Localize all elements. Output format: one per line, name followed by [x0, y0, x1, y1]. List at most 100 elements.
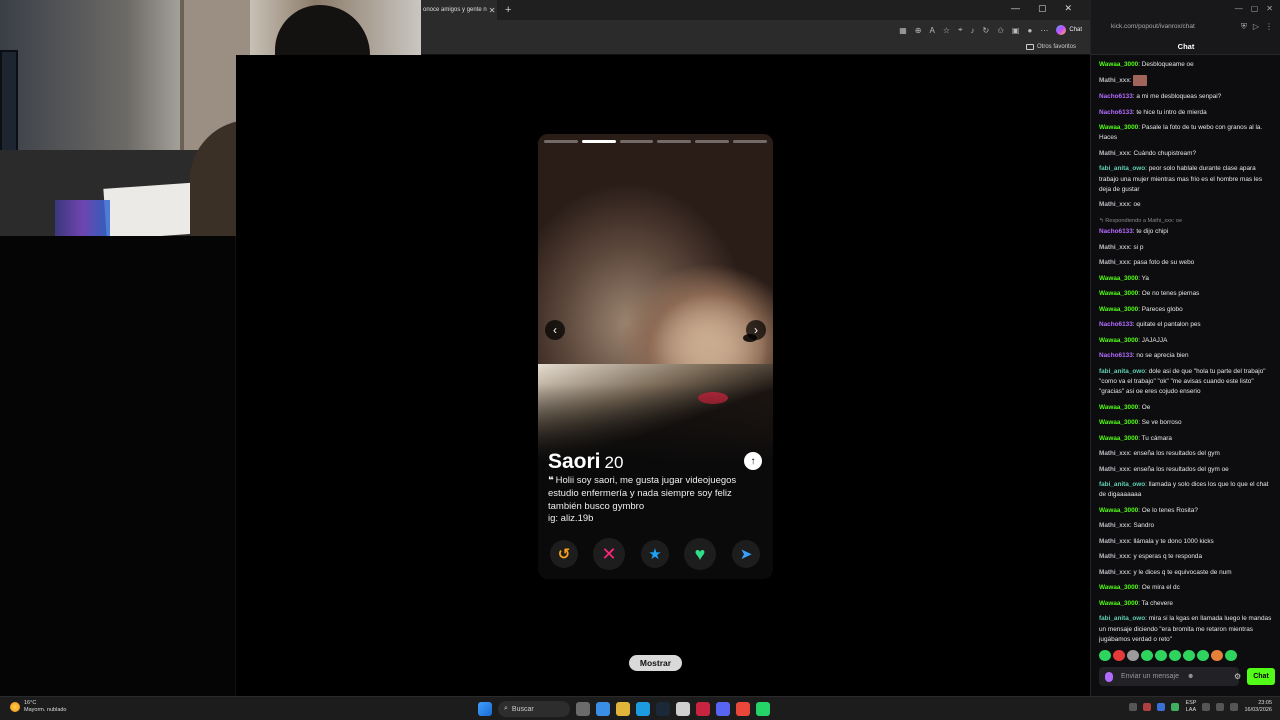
chat-message[interactable]: Mathi_xxx: oe	[1099, 200, 1275, 210]
system-clock[interactable]: 23:05 16/03/2026	[1244, 700, 1272, 714]
chat-username[interactable]: Mathi_xxx	[1099, 244, 1130, 251]
chat-message[interactable]: Wawaa_3000: Oe no tenes piernas	[1099, 289, 1275, 299]
chat-message[interactable]: Wawaa_3000: Pareces globo	[1099, 305, 1275, 315]
mostrar-button[interactable]: Mostrar	[629, 655, 682, 671]
chat-username[interactable]: Wawaa_3000	[1099, 419, 1138, 426]
more-menu-icon[interactable]: ⋮	[1265, 22, 1273, 32]
emote-icon[interactable]	[1141, 650, 1153, 661]
site-info-icon[interactable]: ⛨	[1241, 22, 1247, 32]
chat-message[interactable]: Wawaa_3000: Ya	[1099, 274, 1275, 284]
nope-button[interactable]: ✕	[593, 538, 625, 570]
chat-username[interactable]: Mathi_xxx	[1099, 553, 1130, 560]
photo-progress-segment[interactable]	[544, 140, 578, 143]
chat-message[interactable]: Mathi_xxx: llámala y te dono 1000 kicks	[1099, 537, 1275, 547]
open-profile-info-icon[interactable]: ↑	[744, 452, 762, 470]
chat-message[interactable]: Nacho6133: a mi me desbloqueas senpai?	[1099, 92, 1275, 102]
chat-message[interactable]: Nacho6133: te hice tu intro de mierda	[1099, 108, 1275, 118]
chat-username[interactable]: fabi_anita_owo	[1099, 481, 1145, 488]
bluetooth-icon[interactable]	[1157, 703, 1166, 711]
chat-username[interactable]: Wawaa_3000	[1099, 404, 1138, 411]
chat-username[interactable]: Nacho6133	[1099, 109, 1133, 116]
favorite-star-icon[interactable]: ☆	[943, 26, 950, 35]
chat-username[interactable]: Wawaa_3000	[1099, 507, 1138, 514]
profile-avatar[interactable]: ●	[1027, 26, 1032, 35]
more-menu-icon[interactable]: ⋯	[1040, 26, 1048, 35]
rewind-button[interactable]: ↺	[550, 540, 578, 568]
photo-progress-segment[interactable]	[733, 140, 767, 143]
task-view-icon[interactable]	[576, 702, 590, 716]
chat-username[interactable]: Mathi_xxx	[1099, 78, 1130, 85]
taskbar-search[interactable]: ⌕ Buscar	[498, 701, 570, 717]
chat-username[interactable]: Mathi_xxx	[1099, 450, 1130, 457]
chat-message[interactable]: Wawaa_3000: Ta chevere	[1099, 599, 1275, 609]
app-icon[interactable]	[676, 702, 690, 716]
browser-tab[interactable]: onoce amigos y gente n ✕	[421, 0, 497, 20]
chat-message[interactable]: Mathi_xxx: enseña los resultados del gym	[1099, 449, 1275, 459]
chat-message[interactable]: Nacho6133: no se aprecia bien	[1099, 351, 1275, 361]
chat-username[interactable]: Wawaa_3000	[1099, 290, 1138, 297]
emote-icon[interactable]	[1197, 650, 1209, 661]
chat-message[interactable]: Wawaa_3000: Oe mira el dc	[1099, 583, 1275, 593]
chat-message[interactable]: Mathi_xxx: si p	[1099, 243, 1275, 253]
chat-message-input[interactable]: Enviar un mensaje ☻	[1099, 667, 1239, 686]
chat-message[interactable]: Mathi_xxx: Sandro	[1099, 521, 1275, 531]
emote-icon[interactable]	[1225, 650, 1237, 661]
super-like-button[interactable]: ★	[641, 540, 669, 568]
chat-message[interactable]: Wawaa_3000: Pasale la foto de tu webo co…	[1099, 123, 1275, 144]
chat-send-button[interactable]: Chat	[1247, 668, 1275, 685]
chat-url[interactable]: kick.com/popout/ivanrox/chat	[1111, 23, 1195, 30]
chat-message[interactable]: Mathi_xxx:	[1099, 75, 1275, 87]
mic-icon[interactable]	[1105, 671, 1113, 682]
chat-username[interactable]: Nacho6133	[1099, 352, 1133, 359]
chat-username[interactable]: Mathi_xxx	[1099, 201, 1130, 208]
chat-message[interactable]: Wawaa_3000: Tu cámara	[1099, 434, 1275, 444]
chat-username[interactable]: fabi_anita_owo	[1099, 615, 1145, 622]
emoji-picker-icon[interactable]: ☻	[1187, 673, 1194, 680]
wifi-icon[interactable]	[1202, 703, 1211, 711]
photo-progress-segment[interactable]	[695, 140, 730, 143]
boost-button[interactable]: ➤	[732, 540, 760, 568]
emote-icon[interactable]	[1211, 650, 1223, 661]
tab-close-icon[interactable]: ✕	[489, 6, 497, 15]
other-favorites-link[interactable]: Otros favoritos	[1037, 44, 1076, 50]
emote-icon[interactable]	[1169, 650, 1181, 661]
chat-message[interactable]: Wawaa_3000: Se ve borroso	[1099, 418, 1275, 428]
chat-username[interactable]: Mathi_xxx	[1099, 150, 1130, 157]
weather-widget[interactable]: 16°C Mayorm. nublado	[10, 700, 67, 714]
read-aloud-icon[interactable]: A	[929, 26, 934, 35]
favorites-icon[interactable]: ✩	[997, 26, 1004, 35]
chat-username[interactable]: Wawaa_3000	[1099, 600, 1138, 607]
chat-maximize-button[interactable]: ▢	[1251, 4, 1259, 13]
copilot-chat-button[interactable]: Chat	[1056, 25, 1082, 35]
play-icon[interactable]: ▷	[1253, 22, 1259, 32]
close-window-button[interactable]: ✕	[1064, 3, 1072, 14]
like-button[interactable]: ♥	[684, 538, 716, 570]
steam-icon[interactable]	[656, 702, 670, 716]
location-icon[interactable]: ⌖	[958, 25, 963, 35]
chat-username[interactable]: fabi_anita_owo	[1099, 165, 1145, 172]
chat-message[interactable]: fabi_anita_owo: llamada y solo dices los…	[1099, 480, 1275, 501]
emote-icon[interactable]	[1099, 650, 1111, 661]
chat-username[interactable]: fabi_anita_owo	[1099, 368, 1145, 375]
chat-username[interactable]: Mathi_xxx	[1099, 569, 1130, 576]
chat-message[interactable]: ↰ Respondiendo a Mathi_xxx: oe Nacho6133:…	[1099, 216, 1275, 238]
chat-username[interactable]: Mathi_xxx	[1099, 522, 1130, 529]
chat-username[interactable]: Wawaa_3000	[1099, 124, 1138, 131]
chat-username[interactable]: Mathi_xxx	[1099, 259, 1130, 266]
photo-progress-segment[interactable]	[657, 140, 692, 143]
chat-message[interactable]: Wawaa_3000: Oe	[1099, 403, 1275, 413]
discord-icon[interactable]	[716, 702, 730, 716]
chat-username[interactable]: Mathi_xxx	[1099, 538, 1130, 545]
chat-username[interactable]: Wawaa_3000	[1099, 584, 1138, 591]
chat-message[interactable]: Mathi_xxx: y esperas q te responda	[1099, 552, 1275, 562]
maximize-button[interactable]: ▢	[1038, 3, 1047, 14]
chat-message[interactable]: Mathi_xxx: Cuándo chupistream?	[1099, 149, 1275, 159]
battery-icon[interactable]	[1230, 703, 1239, 711]
chat-username[interactable]: Wawaa_3000	[1099, 337, 1138, 344]
chat-message[interactable]: Wawaa_3000: JAJAJJA	[1099, 336, 1275, 346]
apps-icon[interactable]: ▦	[899, 26, 907, 35]
chat-message[interactable]: Mathi_xxx: y le dices q te equivocaste d…	[1099, 568, 1275, 578]
language-indicator[interactable]: ESP LAA	[1185, 700, 1196, 714]
emote-icon[interactable]	[1155, 650, 1167, 661]
chat-username[interactable]: Mathi_xxx	[1099, 466, 1130, 473]
